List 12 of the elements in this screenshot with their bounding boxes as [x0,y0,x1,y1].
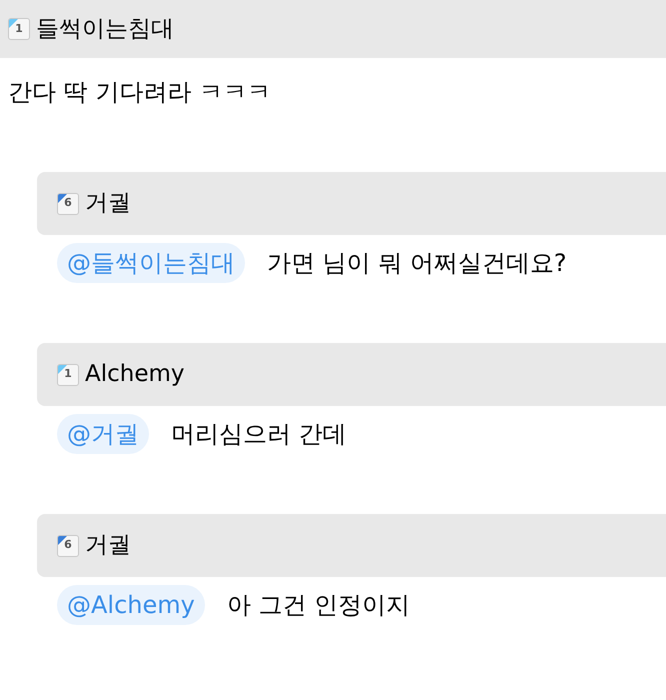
level-badge: 1 [57,364,79,386]
reply-text: 머리심으러 간데 [171,419,347,450]
author-name[interactable]: 거궐 [85,528,131,563]
level-badge: 6 [57,192,79,214]
author-name[interactable]: 들썩이는침대 [36,12,174,46]
level-badge: 6 [57,534,79,556]
reply-text: 가면 님이 뭐 어쩌실건데요? [267,248,567,279]
level-badge: 1 [8,18,30,40]
reply-text: 아 그건 인정이지 [226,590,410,621]
post-text: 간다 딱 기다려라 ㅋㅋㅋ [7,77,272,108]
author-name[interactable]: Alchemy [85,357,185,392]
author-name[interactable]: 거궐 [85,186,131,221]
